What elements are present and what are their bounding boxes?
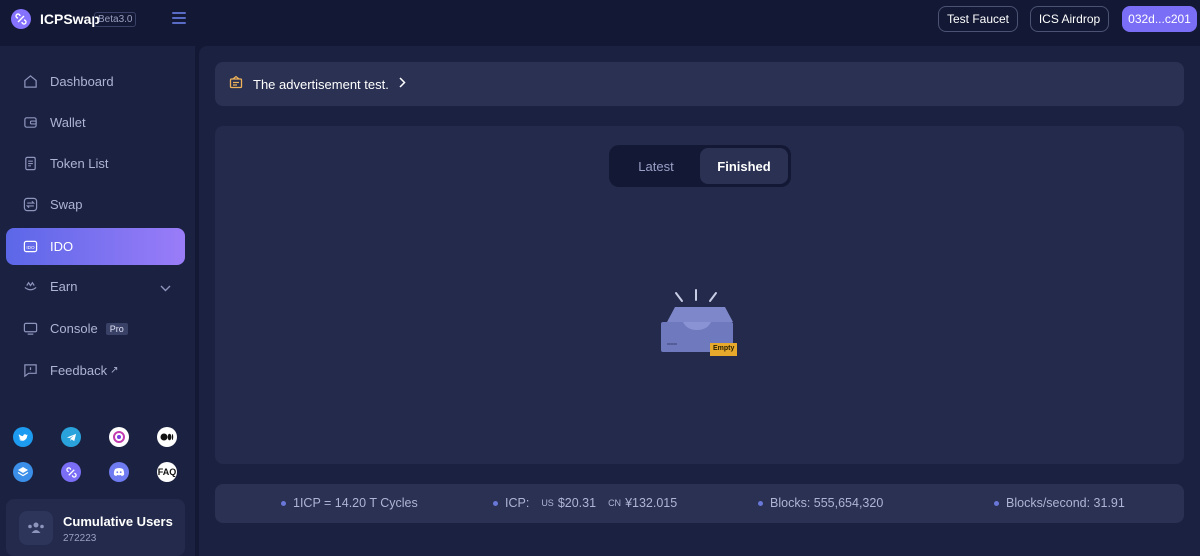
blocks-stat: Blocks: 555,654,320 xyxy=(758,496,883,510)
top-bar: ICPSwap Beta3.0 Test Faucet ICS Airdrop … xyxy=(0,0,1200,46)
sidebar-item-feedback[interactable]: Feedback ↗ xyxy=(6,352,185,389)
cumulative-users-card: Cumulative Users 272223 xyxy=(6,499,185,556)
sidebar-item-dashboard[interactable]: Dashboard xyxy=(6,63,185,100)
discord-icon[interactable] xyxy=(109,462,129,482)
app-name: ICPSwap xyxy=(40,11,100,27)
faq-icon[interactable]: FAQ xyxy=(157,462,177,482)
advertisement-text: The advertisement test. xyxy=(253,76,389,92)
external-link-icon: ↗ xyxy=(110,365,119,376)
stack-icon[interactable] xyxy=(13,462,33,482)
main-content: The advertisement test. Latest Finished … xyxy=(199,46,1200,556)
advertisement-bar[interactable]: The advertisement test. xyxy=(215,62,1184,106)
sidebar-item-label: Wallet xyxy=(50,115,86,130)
stats-bar: 1ICP = 14.20 T Cycles ICP: US $20.31 CN … xyxy=(215,484,1184,523)
bullet-icon xyxy=(493,500,498,506)
sidebar-item-token-list[interactable]: Token List xyxy=(6,145,185,182)
medium-icon[interactable] xyxy=(157,427,177,447)
blocks-per-second-value: Blocks/second: 31.91 xyxy=(1006,496,1125,510)
users-icon xyxy=(19,511,53,545)
announcement-icon xyxy=(229,75,243,94)
swap-icon xyxy=(22,197,38,213)
us-price: $20.31 xyxy=(557,496,597,510)
icp-price-stat: ICP: US $20.31 CN ¥132.015 xyxy=(493,496,677,510)
document-icon xyxy=(22,156,38,172)
icp-label: ICP: xyxy=(505,496,530,510)
dfinity-icon[interactable] xyxy=(109,427,129,447)
chevron-down-icon[interactable] xyxy=(160,280,171,295)
sidebar-item-label: Swap xyxy=(50,197,83,212)
sidebar-item-wallet[interactable]: Wallet xyxy=(6,104,185,141)
tab-latest[interactable]: Latest xyxy=(612,148,700,184)
ics-airdrop-button[interactable]: ICS Airdrop xyxy=(1030,6,1109,32)
svg-text:IDO: IDO xyxy=(26,245,35,250)
blocks-per-second-stat: Blocks/second: 31.91 xyxy=(994,496,1125,510)
bullet-icon xyxy=(994,500,999,506)
cn-label: CN xyxy=(608,498,622,508)
feedback-icon xyxy=(22,363,38,379)
bullet-icon xyxy=(281,500,286,506)
sidebar: Dashboard Wallet Token List Swap IDO IDO… xyxy=(0,46,195,556)
wallet-icon xyxy=(22,115,38,131)
cn-price: ¥132.015 xyxy=(625,496,678,510)
account-button[interactable]: 032d...c201 xyxy=(1122,6,1197,32)
ido-tabs: Latest Finished xyxy=(609,145,791,187)
sidebar-item-label: Token List xyxy=(50,156,109,171)
icpswap-logo-icon[interactable] xyxy=(11,9,31,29)
sidebar-item-ido[interactable]: IDO IDO xyxy=(6,228,185,265)
ido-panel: Latest Finished Empty xyxy=(215,126,1184,464)
chevron-right-icon[interactable] xyxy=(399,75,406,93)
telegram-icon[interactable] xyxy=(61,427,81,447)
sidebar-item-earn[interactable]: Earn xyxy=(6,268,185,305)
empty-state-illustration: Empty xyxy=(659,288,739,360)
sidebar-item-swap[interactable]: Swap xyxy=(6,186,185,223)
icpswap-icon[interactable] xyxy=(61,462,81,482)
cycles-value: 1ICP = 14.20 T Cycles xyxy=(293,496,418,510)
pro-badge: Pro xyxy=(105,322,128,335)
sidebar-item-label: Dashboard xyxy=(50,74,114,89)
sidebar-item-console[interactable]: Console Pro xyxy=(6,310,185,347)
sidebar-item-label: Feedback xyxy=(50,363,108,378)
sidebar-item-label: Console xyxy=(50,321,98,336)
blocks-value: Blocks: 555,654,320 xyxy=(770,496,884,510)
ido-icon: IDO xyxy=(22,239,38,255)
cumulative-users-title: Cumulative Users xyxy=(63,514,173,529)
home-icon xyxy=(22,74,38,90)
hamburger-menu-icon[interactable] xyxy=(172,12,186,24)
bullet-icon xyxy=(758,500,763,506)
monitor-icon xyxy=(22,321,38,337)
tab-finished[interactable]: Finished xyxy=(700,148,788,184)
version-badge: Beta3.0 xyxy=(94,12,137,27)
empty-label: Empty xyxy=(713,345,735,352)
test-faucet-button[interactable]: Test Faucet xyxy=(938,6,1018,32)
us-label: US xyxy=(541,498,554,508)
cycles-stat: 1ICP = 14.20 T Cycles xyxy=(281,496,418,510)
sidebar-item-label: Earn xyxy=(50,279,78,294)
twitter-icon[interactable] xyxy=(13,427,33,447)
sidebar-item-label: IDO xyxy=(50,239,74,254)
cumulative-users-value: 272223 xyxy=(63,533,97,544)
earn-icon xyxy=(22,279,38,295)
